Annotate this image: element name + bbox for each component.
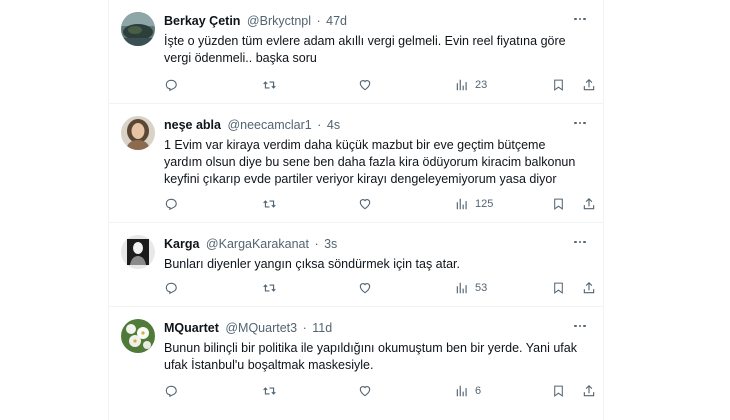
tweet-header: Karga @KargaKarakanat · 3s <box>164 236 337 252</box>
tweet-header: Berkay Çetin @Brkyctnpl · 47d <box>164 13 347 29</box>
page: Berkay Çetin @Brkyctnpl · 47d İşte o yüz… <box>0 0 730 420</box>
views-count: 23 <box>475 79 488 91</box>
tweet[interactable]: MQuartet @MQuartet3 · 11d Bunun bilinçli… <box>109 307 603 420</box>
like-icon[interactable] <box>358 76 372 94</box>
woman-portrait-avatar-icon[interactable] <box>121 116 155 150</box>
reply-icon[interactable] <box>164 76 178 94</box>
bookmark-icon[interactable] <box>552 279 565 297</box>
reply-icon[interactable] <box>164 382 178 400</box>
like-icon[interactable] <box>358 382 372 400</box>
tweet-text-line: ufak İstanbul'u boşaltmak maskesiyle. <box>164 358 374 372</box>
tweet-text: Bunun bilinçli bir politika ile yapıldığ… <box>164 340 589 374</box>
share-icon[interactable] <box>582 279 596 297</box>
views-count: 125 <box>475 198 494 210</box>
tweet-header: neşe abla @neecamclar1 · 4s <box>164 117 340 133</box>
user-handle[interactable]: @KargaKarakanat <box>206 237 309 251</box>
timestamp[interactable]: 11d <box>312 321 332 335</box>
timestamp[interactable]: 4s <box>327 118 340 132</box>
share-icon[interactable] <box>582 76 596 94</box>
separator-dot: · <box>316 14 321 28</box>
views-icon <box>455 197 469 211</box>
tweet-text-line: Bunları diyenler yangın çıksa söndürmek … <box>164 257 460 271</box>
reply-icon[interactable] <box>164 195 178 213</box>
retweet-icon[interactable] <box>262 76 277 94</box>
tweet-text-line: yardım olsun diye bu sene ben daha fazla… <box>164 155 576 169</box>
views-icon <box>455 384 469 398</box>
tweet-text: İşte o yüzden tüm evlere adam akıllı ver… <box>164 33 589 67</box>
more-options-icon[interactable] <box>571 319 589 333</box>
retweet-icon[interactable] <box>262 382 277 400</box>
bookmark-icon[interactable] <box>552 76 565 94</box>
tweet-text-line: keyfini çıkarıp evde partiler veriyor ki… <box>164 172 557 186</box>
tweet-text: 1 Evim var kiraya verdim daha küçük mazb… <box>164 137 589 188</box>
display-name[interactable]: Berkay Çetin <box>164 14 240 28</box>
tweet[interactable]: Karga @KargaKarakanat · 3s Bunları diyen… <box>109 223 603 307</box>
display-name[interactable]: neşe abla <box>164 118 221 132</box>
views-button[interactable]: 125 <box>455 195 493 213</box>
user-handle[interactable]: @Brkyctnpl <box>247 14 311 28</box>
views-button[interactable]: 6 <box>455 382 481 400</box>
user-handle[interactable]: @neecamclar1 <box>227 118 311 132</box>
views-count: 53 <box>475 282 488 294</box>
timeline-column: Berkay Çetin @Brkyctnpl · 47d İşte o yüz… <box>108 0 604 420</box>
tweet[interactable]: neşe abla @neecamclar1 · 4s 1 Evim var k… <box>109 104 603 223</box>
timestamp[interactable]: 3s <box>324 237 337 251</box>
action-bar: 6 <box>164 382 596 400</box>
more-options-icon[interactable] <box>571 235 589 249</box>
bookmark-icon[interactable] <box>552 195 565 213</box>
views-count: 6 <box>475 385 482 397</box>
tweet[interactable]: Berkay Çetin @Brkyctnpl · 47d İşte o yüz… <box>109 0 603 104</box>
separator-dot: · <box>302 321 307 335</box>
display-name[interactable]: Karga <box>164 237 199 251</box>
separator-dot: · <box>317 118 322 132</box>
retweet-icon[interactable] <box>262 279 277 297</box>
landscape-avatar-icon[interactable] <box>121 12 155 46</box>
views-button[interactable]: 53 <box>455 279 487 297</box>
user-handle[interactable]: @MQuartet3 <box>225 321 297 335</box>
display-name[interactable]: MQuartet <box>164 321 219 335</box>
share-icon[interactable] <box>582 382 596 400</box>
action-bar: 23 <box>164 76 596 94</box>
views-icon <box>455 281 469 295</box>
tweet-text-line: 1 Evim var kiraya verdim daha küçük mazb… <box>164 138 546 152</box>
timestamp[interactable]: 47d <box>326 14 347 28</box>
tweet-header: MQuartet @MQuartet3 · 11d <box>164 320 332 336</box>
retweet-icon[interactable] <box>262 195 277 213</box>
share-icon[interactable] <box>582 195 596 213</box>
views-button[interactable]: 23 <box>455 76 487 94</box>
like-icon[interactable] <box>358 279 372 297</box>
separator-dot: · <box>314 237 319 251</box>
bookmark-icon[interactable] <box>552 382 565 400</box>
flower-avatar-icon[interactable] <box>121 319 155 353</box>
monochrome-figure-avatar-icon[interactable] <box>121 235 155 269</box>
reply-icon[interactable] <box>164 279 178 297</box>
tweet-text-line: Bunun bilinçli bir politika ile yapıldığ… <box>164 341 577 355</box>
more-options-icon[interactable] <box>571 12 589 26</box>
like-icon[interactable] <box>358 195 372 213</box>
tweet-text: Bunları diyenler yangın çıksa söndürmek … <box>164 256 589 273</box>
action-bar: 125 <box>164 195 596 213</box>
more-options-icon[interactable] <box>571 116 589 130</box>
tweet-text-line: vergi ödenmeli.. başka soru <box>164 51 317 65</box>
action-bar: 53 <box>164 279 596 297</box>
views-icon <box>455 78 469 92</box>
tweet-text-line: İşte o yüzden tüm evlere adam akıllı ver… <box>164 34 566 48</box>
